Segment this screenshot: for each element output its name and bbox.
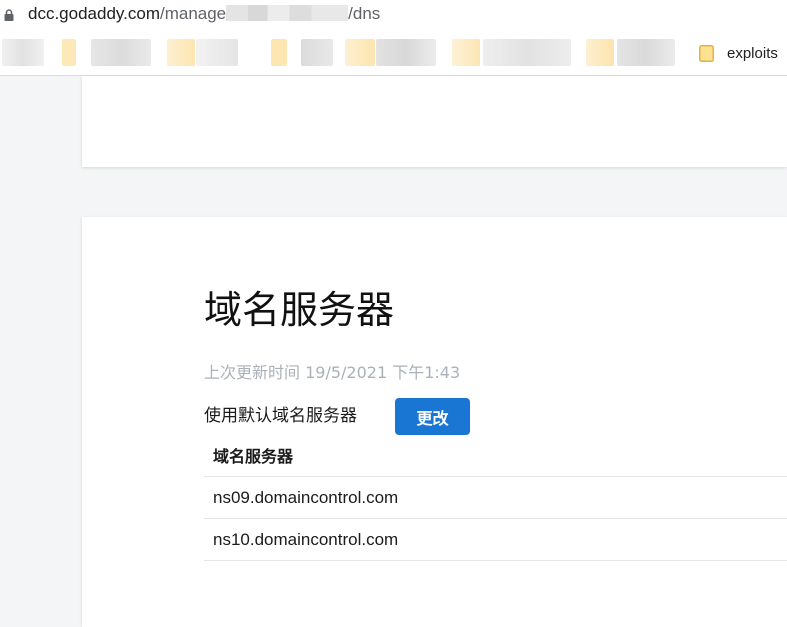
redacted-bookmark[interactable] xyxy=(91,39,151,66)
last-updated-text: 上次更新时间 19/5/2021 下午1:43 xyxy=(204,363,461,382)
table-header: 域名服务器 xyxy=(204,441,787,477)
redacted-bookmark[interactable] xyxy=(452,39,480,66)
redacted-bookmark[interactable] xyxy=(271,39,287,66)
redacted-bookmark[interactable] xyxy=(167,39,195,66)
default-nameservers-label: 使用默认域名服务器 xyxy=(204,406,357,426)
url-path-end: /dns xyxy=(348,4,381,23)
redacted-bookmark[interactable] xyxy=(483,39,571,66)
redacted-bookmark[interactable] xyxy=(376,39,436,66)
redacted-bookmark[interactable] xyxy=(301,39,333,66)
url-text[interactable]: dcc.godaddy.com/manage/dns xyxy=(28,2,380,26)
table-row: ns09.domaincontrol.com xyxy=(204,477,787,519)
nameservers-table: 域名服务器 ns09.domaincontrol.com ns10.domain… xyxy=(204,441,787,561)
change-button[interactable]: 更改 xyxy=(395,398,470,435)
url-redacted-segment xyxy=(226,5,349,21)
url-path-start: /manage xyxy=(159,4,227,23)
redacted-bookmark[interactable] xyxy=(586,39,614,66)
redacted-bookmark[interactable] xyxy=(2,39,44,66)
address-bar[interactable]: dcc.godaddy.com/manage/dns xyxy=(0,0,787,32)
redacted-bookmark[interactable] xyxy=(62,39,76,66)
nameservers-card: 域名服务器 上次更新时间 19/5/2021 下午1:43 使用默认域名服务器 … xyxy=(82,217,787,627)
previous-card xyxy=(82,76,787,167)
redacted-bookmark[interactable] xyxy=(196,39,238,66)
page-title: 域名服务器 xyxy=(204,288,395,332)
lock-icon[interactable] xyxy=(4,9,14,21)
table-row: ns10.domaincontrol.com xyxy=(204,519,787,561)
redacted-bookmark[interactable] xyxy=(345,39,375,66)
url-domain: dcc.godaddy.com xyxy=(28,4,160,23)
redacted-bookmark[interactable] xyxy=(617,39,675,66)
bookmark-folder-exploits[interactable]: exploits xyxy=(727,44,778,64)
bookmarks-bar xyxy=(0,32,787,76)
folder-icon xyxy=(699,45,714,62)
